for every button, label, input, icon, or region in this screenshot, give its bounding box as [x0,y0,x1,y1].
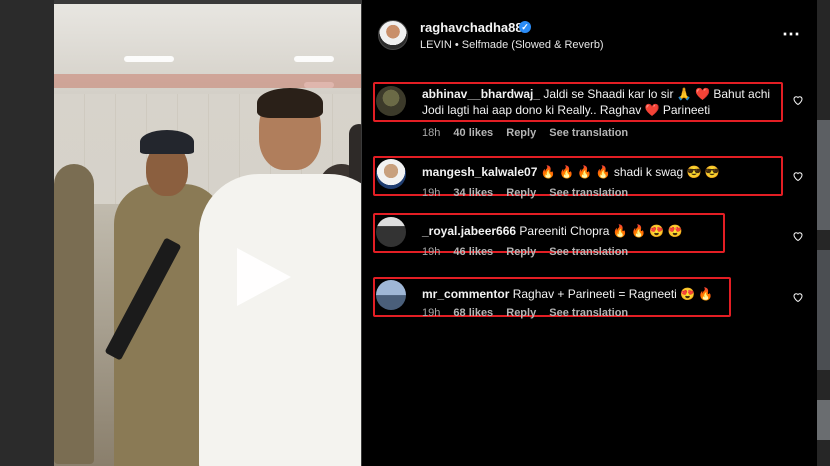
reply-button[interactable]: Reply [506,127,536,139]
main-person-hair [257,88,323,118]
dimmed-backdrop-right [817,0,830,466]
comment-body: Raghav + Parineeti = Ragneeti 😍 🔥 [512,287,714,301]
like-heart-icon[interactable] [792,230,804,242]
ceiling-light [294,56,334,62]
see-translation-link[interactable]: See translation [549,246,628,258]
comment-time: 19h [422,246,441,258]
comment-item: mangesh_kalwale07 🔥 🔥 🔥 🔥 shadi k swag 😎… [362,156,817,216]
comment-username[interactable]: abhinav__bhardwaj_ [422,87,540,101]
bg-person [54,164,94,464]
ceiling-light [124,56,174,62]
comments-panel: raghavchadha88 ✓ LEVIN • Selfmade (Slowe… [362,0,817,466]
comment-item: mr_commentor Raghav + Parineeti = Ragnee… [362,276,817,336]
dimmed-backdrop-left [0,0,54,466]
comment-meta: 19h 46 likes Reply See translation [422,246,638,258]
backdrop-thumbnail [817,250,830,370]
post-header: raghavchadha88 ✓ LEVIN • Selfmade (Slowe… [362,0,817,70]
comment-text: abhinav__bhardwaj_ Jaldi se Shaadi kar l… [422,86,772,118]
backdrop-thumbnail [817,400,830,440]
backdrop-thumbnail [817,120,830,230]
wall-band [54,74,361,88]
comment-time: 19h [422,187,441,199]
comment-time: 18h [422,127,441,139]
avatar[interactable] [376,159,406,189]
avatar[interactable] [376,86,406,116]
comment-likes[interactable]: 68 likes [453,307,493,319]
comment-username[interactable]: mangesh_kalwale07 [422,165,537,179]
reel-video[interactable] [54,4,361,466]
comment-username[interactable]: mr_commentor [422,287,509,301]
comment-item: _royal.jabeer666 Pareeniti Chopra 🔥 🔥 😍 … [362,213,817,273]
see-translation-link[interactable]: See translation [549,307,628,319]
comment-username[interactable]: _royal.jabeer666 [422,224,516,238]
comment-body: 🔥 🔥 🔥 🔥 shadi k swag 😎 😎 [540,165,720,179]
reply-button[interactable]: Reply [506,307,536,319]
comment-body: Pareeniti Chopra 🔥 🔥 😍 😍 [519,224,683,238]
comment-time: 19h [422,307,441,319]
see-translation-link[interactable]: See translation [549,127,628,139]
like-heart-icon[interactable] [792,94,804,106]
see-translation-link[interactable]: See translation [549,187,628,199]
audio-track[interactable]: LEVIN • Selfmade (Slowed & Reverb) [420,39,604,51]
avatar[interactable] [378,20,408,50]
comment-text: mangesh_kalwale07 🔥 🔥 🔥 🔥 shadi k swag 😎… [422,164,772,180]
comment-meta: 18h 40 likes Reply See translation [422,127,638,139]
play-icon[interactable] [237,248,291,306]
verified-badge-icon: ✓ [519,21,531,33]
comment-meta: 19h 68 likes Reply See translation [422,307,638,319]
police-cap [140,130,194,154]
comment-item: abhinav__bhardwaj_ Jaldi se Shaadi kar l… [362,80,817,140]
comment-meta: 19h 34 likes Reply See translation [422,187,638,199]
comment-likes[interactable]: 46 likes [453,246,493,258]
avatar[interactable] [376,217,406,247]
comment-text: _royal.jabeer666 Pareeniti Chopra 🔥 🔥 😍 … [422,223,772,239]
post-username[interactable]: raghavchadha88 [420,20,523,35]
more-options-icon[interactable]: ⋯ [782,24,801,45]
reply-button[interactable]: Reply [506,187,536,199]
avatar[interactable] [376,280,406,310]
like-heart-icon[interactable] [792,291,804,303]
like-heart-icon[interactable] [792,170,804,182]
comment-likes[interactable]: 34 likes [453,187,493,199]
comment-likes[interactable]: 40 likes [453,127,493,139]
main-person-kurta [199,174,361,466]
reply-button[interactable]: Reply [506,246,536,258]
comment-text: mr_commentor Raghav + Parineeti = Ragnee… [422,286,772,302]
